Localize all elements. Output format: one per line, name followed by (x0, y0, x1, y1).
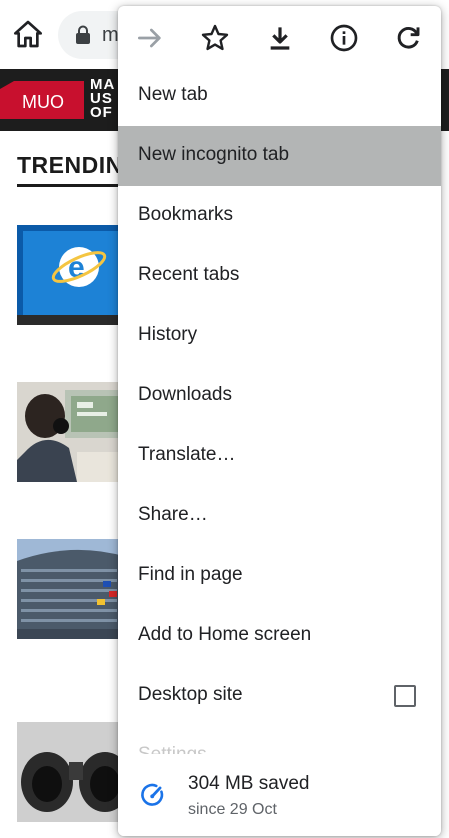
menu-item-recent-tabs[interactable]: Recent tabs (118, 246, 441, 306)
star-icon[interactable] (199, 22, 231, 54)
menu-item-add-to-home-screen[interactable]: Add to Home screen (118, 606, 441, 666)
article-thumbnail[interactable] (17, 722, 127, 822)
menu-item-label: Recent tabs (138, 264, 240, 285)
binoculars-image (17, 722, 127, 822)
menu-icon-row (118, 6, 441, 66)
article-thumbnail[interactable]: e (17, 225, 127, 325)
data-saver-amount[interactable]: 304 MB saved (188, 773, 309, 795)
download-icon[interactable] (264, 22, 296, 54)
article-thumbnail[interactable] (17, 539, 127, 639)
forward-icon[interactable] (134, 22, 166, 54)
ie-laptop-image: e (17, 225, 127, 325)
lock-icon (76, 25, 90, 44)
menu-item-label: Add to Home screen (138, 624, 312, 645)
menu-item-new-incognito-tab[interactable]: New incognito tab (118, 126, 441, 186)
heading-underline (17, 184, 127, 187)
article-thumbnail[interactable] (17, 382, 127, 482)
headphones-person-image (17, 382, 127, 482)
menu-item-label: Share… (138, 504, 208, 525)
section-heading: TRENDIN (17, 152, 123, 178)
menu-item-label: History (138, 324, 198, 345)
menu-item-label: New tab (138, 84, 208, 105)
menu-item-label: Translate… (138, 444, 236, 465)
menu-item-desktop-site[interactable]: Desktop site (118, 666, 441, 726)
menu-item-new-tab[interactable]: New tab (118, 66, 441, 126)
url-text: m (102, 24, 119, 46)
home-icon[interactable] (12, 18, 44, 50)
info-icon[interactable] (328, 22, 360, 54)
menu-footer (118, 754, 441, 836)
refresh-icon[interactable] (392, 22, 424, 54)
menu-item-history[interactable]: History (118, 306, 441, 366)
overflow-menu: New tab New incognito tab Bookmarks Rece… (118, 6, 441, 836)
menu-item-label: Find in page (138, 564, 243, 585)
menu-item-share[interactable]: Share… (118, 486, 441, 546)
menu-item-label: Downloads (138, 384, 232, 405)
site-logo[interactable]: MUO (0, 81, 84, 119)
parliament-building-image (17, 539, 127, 639)
data-saver-since: since 29 Oct (188, 801, 277, 818)
desktop-site-checkbox[interactable] (394, 685, 416, 707)
data-saver-gauge-icon (141, 783, 164, 806)
menu-item-label: Bookmarks (138, 204, 234, 225)
logo-text: MUO (22, 92, 64, 112)
menu-item-find-in-page[interactable]: Find in page (118, 546, 441, 606)
menu-item-translate[interactable]: Translate… (118, 426, 441, 486)
menu-item-downloads[interactable]: Downloads (118, 366, 441, 426)
browser-screen: m MUO MA US OF TRENDIN e New tab New inc… (0, 0, 449, 838)
menu-item-bookmarks[interactable]: Bookmarks (118, 186, 441, 246)
site-name-line: OF (90, 104, 113, 121)
site-name: MA US OF (90, 77, 115, 121)
menu-item-label: New incognito tab (138, 144, 290, 165)
menu-item-label: Desktop site (138, 684, 243, 705)
